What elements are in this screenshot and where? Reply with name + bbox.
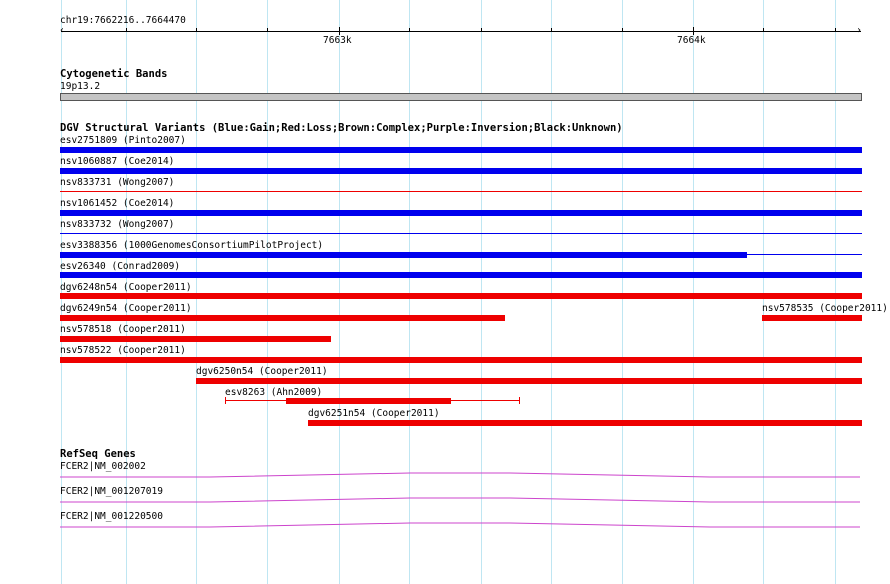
genome-browser-view: chr19:7662216..7664470 ‹ › 7663k 7664k C… [0, 0, 890, 584]
gene-model[interactable] [0, 0, 890, 584]
